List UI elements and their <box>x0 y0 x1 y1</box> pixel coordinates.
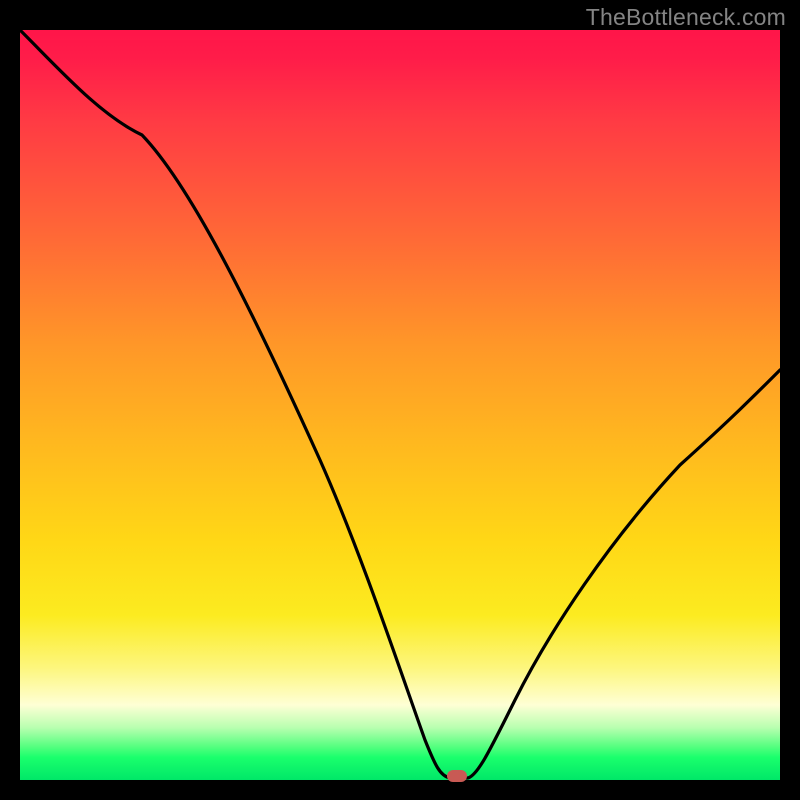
watermark-text: TheBottleneck.com <box>586 4 786 31</box>
plot-area <box>20 30 780 780</box>
chart-frame: TheBottleneck.com <box>0 0 800 800</box>
optimal-point-marker <box>447 770 467 782</box>
curve-path <box>20 30 780 778</box>
bottleneck-curve <box>20 30 780 780</box>
